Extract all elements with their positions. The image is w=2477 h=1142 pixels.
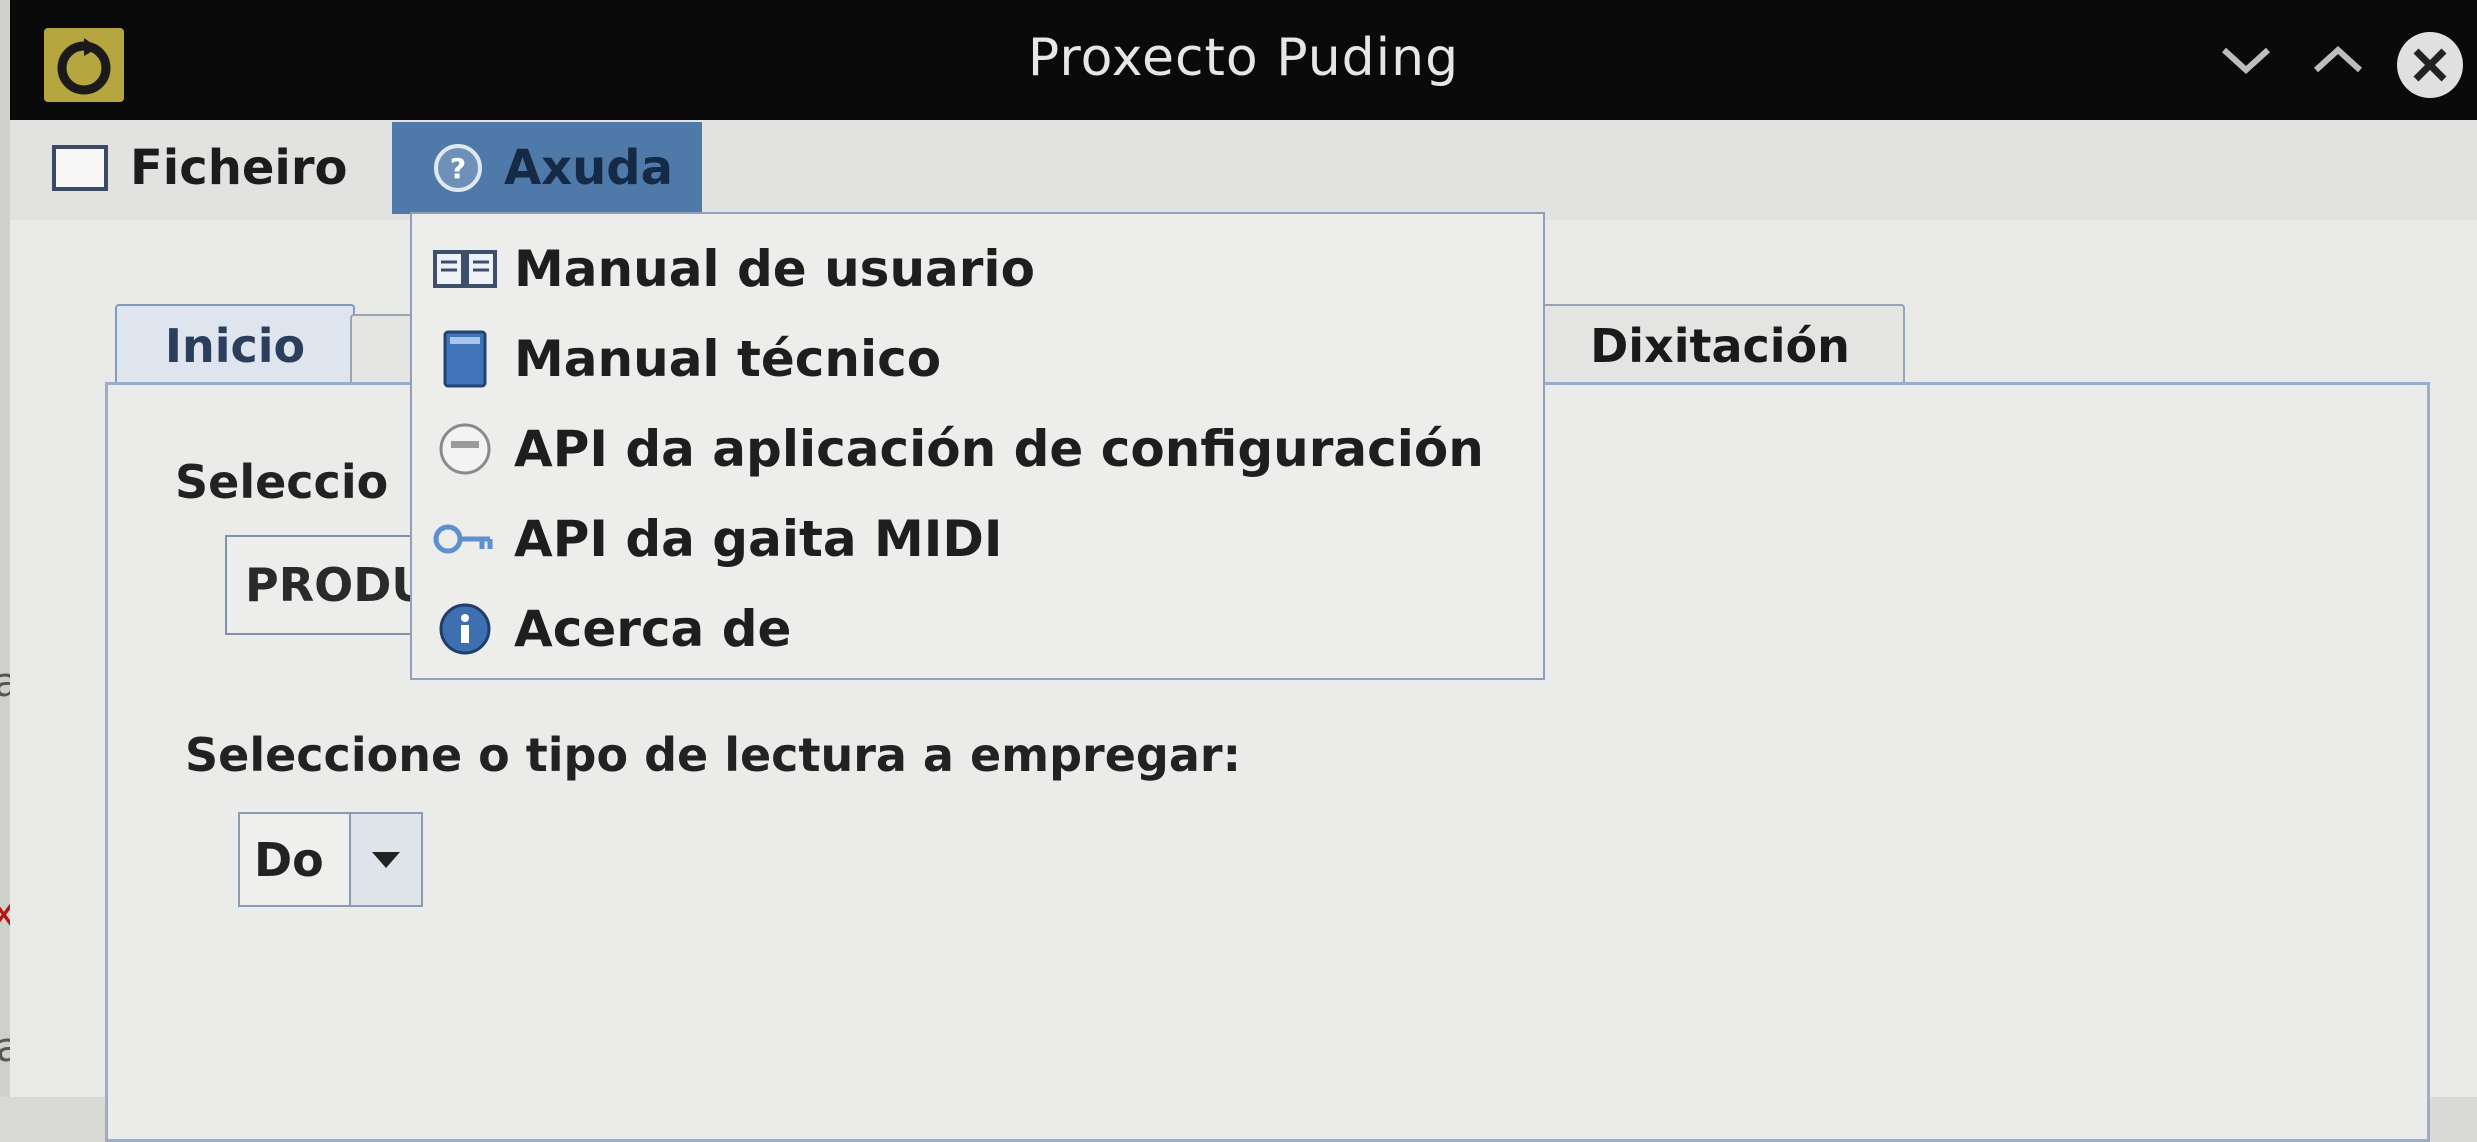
tab-inicio[interactable]: Inicio (115, 304, 355, 386)
menu-item-manual-tecnico[interactable]: Manual técnico (412, 314, 1543, 404)
reading-type-value: Do (254, 832, 324, 887)
open-book-icon (430, 246, 500, 292)
menu-ficheiro[interactable]: Ficheiro (50, 122, 348, 214)
tab-label: Dixitación (1590, 319, 1850, 373)
close-button[interactable] (2395, 30, 2465, 100)
menu-item-label: API da gaita MIDI (514, 510, 1003, 568)
info-icon (430, 601, 500, 657)
menu-item-label: Acerca de (514, 600, 792, 658)
help-menu-dropdown: Manual de usuario Manual técnico API da … (410, 212, 1545, 680)
app-window: Proxecto Puding Ficheiro ? Axuda Inicio … (10, 0, 2477, 1142)
chevron-down-icon (2221, 47, 2271, 75)
key-icon (430, 516, 500, 562)
reading-type-combo[interactable]: Do (238, 812, 423, 907)
maximize-button[interactable] (2310, 40, 2366, 80)
help-icon: ? (432, 142, 484, 194)
minimize-button[interactable] (2218, 40, 2274, 80)
svg-text:?: ? (450, 152, 466, 185)
combo-arrow-button[interactable] (349, 814, 421, 905)
menu-item-label: Manual técnico (514, 330, 942, 388)
title-bar[interactable]: Proxecto Puding (10, 0, 2477, 120)
menu-axuda[interactable]: ? Axuda (392, 122, 702, 214)
select-product-label: Seleccio (175, 455, 389, 509)
menu-item-label: API da aplicación de configuración (514, 420, 1484, 478)
menu-item-api-configuracion[interactable]: API da aplicación de configuración (412, 404, 1543, 494)
close-icon (2397, 32, 2463, 98)
menu-item-acerca-de[interactable]: Acerca de (412, 584, 1543, 674)
window-title: Proxecto Puding (1027, 28, 1460, 88)
chevron-up-icon (2313, 45, 2363, 73)
tab-dixitacion[interactable]: Dixitación (1535, 304, 1905, 386)
book-icon (430, 329, 500, 389)
menu-item-manual-usuario[interactable]: Manual de usuario (412, 224, 1543, 314)
menu-label: Axuda (504, 140, 674, 196)
menu-label: Ficheiro (130, 140, 348, 196)
menu-item-label: Manual de usuario (514, 240, 1035, 298)
reading-type-label: Seleccione o tipo de lectura a empregar: (185, 728, 1241, 782)
document-icon (430, 421, 500, 477)
file-icon (50, 143, 110, 193)
product-combo-value: PRODU (245, 558, 429, 612)
menu-bar: Ficheiro ? Axuda (10, 120, 2477, 220)
chevron-down-icon (372, 851, 400, 868)
tab-label: Inicio (164, 319, 306, 373)
menu-item-api-gaita-midi[interactable]: API da gaita MIDI (412, 494, 1543, 584)
